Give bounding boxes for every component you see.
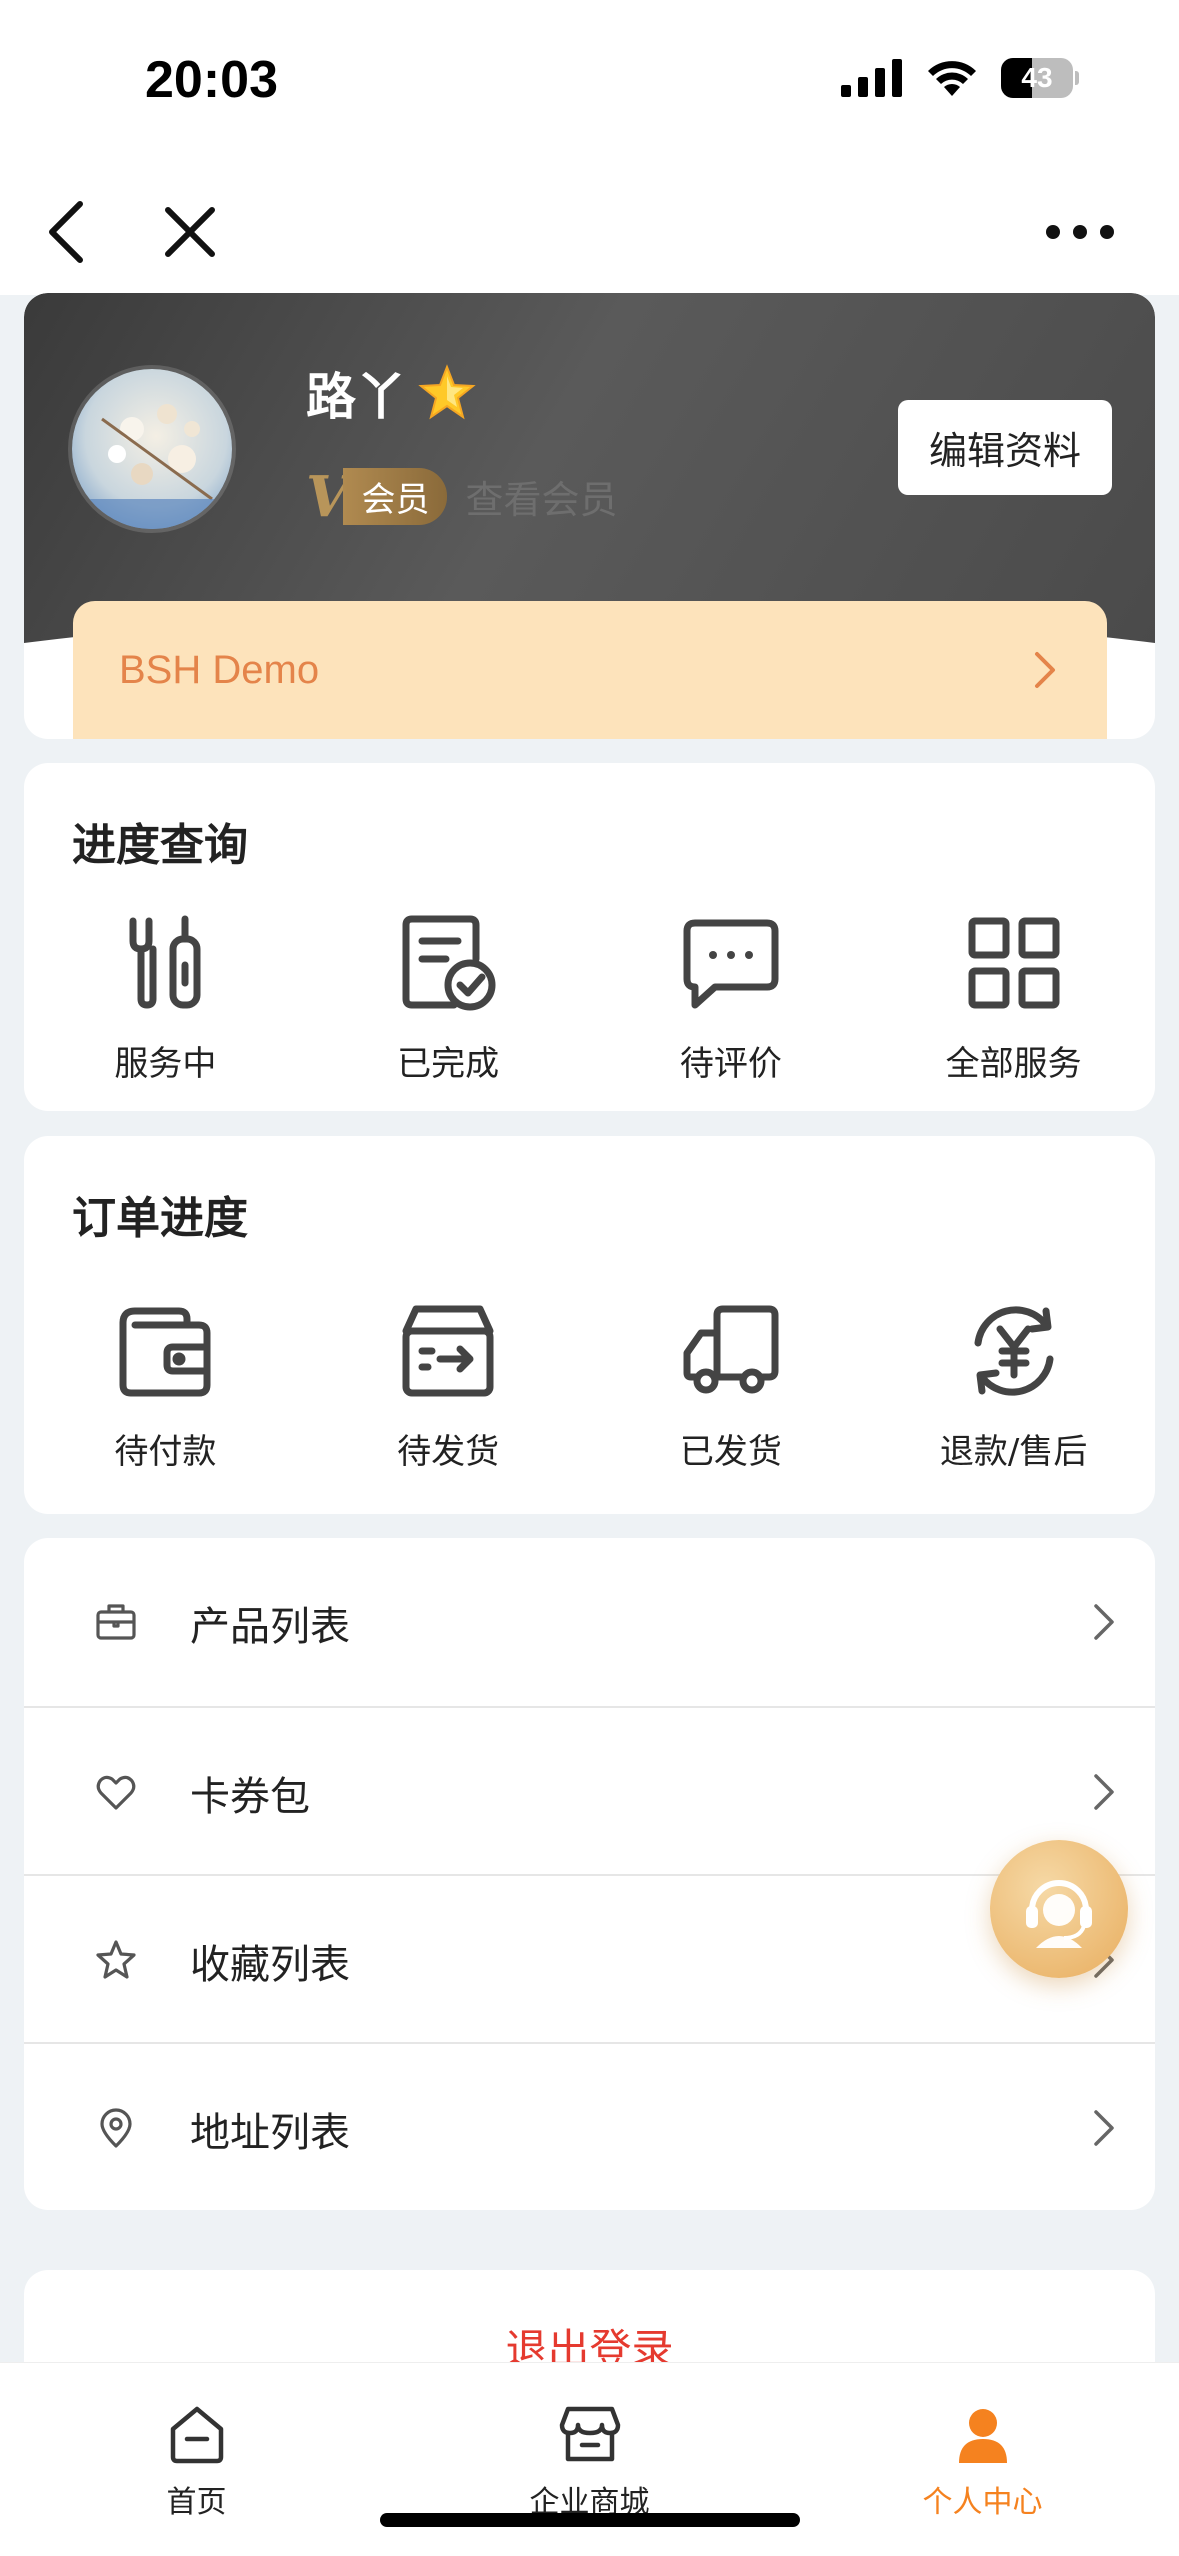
- progress-label: 待评价: [679, 1044, 782, 1084]
- back-button[interactable]: [26, 192, 106, 272]
- menu-item-favorites[interactable]: 收藏列表: [24, 1876, 1155, 2044]
- document-check-icon: [402, 915, 496, 1011]
- edit-profile-button[interactable]: 编辑资料: [898, 400, 1112, 495]
- chat-bubble-icon: [683, 919, 779, 1009]
- close-button[interactable]: [150, 192, 230, 272]
- chevron-right-icon: [1035, 652, 1055, 688]
- menu-list: 产品列表 卡券包 收藏列表 地址列表: [24, 1538, 1155, 2210]
- status-icons: 43: [841, 58, 1079, 98]
- order-item-pending-payment[interactable]: 待付款: [24, 1296, 307, 1473]
- more-button[interactable]: [1040, 192, 1120, 272]
- avatar-image: [72, 369, 232, 529]
- order-label: 待付款: [114, 1432, 217, 1472]
- progress-item-all-services[interactable]: 全部服务: [872, 908, 1155, 1085]
- yen-refresh-icon: [974, 1306, 1054, 1396]
- heart-icon: [96, 1775, 136, 1810]
- username-text: 路丫: [306, 368, 406, 426]
- menu-item-addresses[interactable]: 地址列表: [24, 2044, 1155, 2212]
- view-member-link[interactable]: 查看会员: [465, 469, 617, 524]
- truck-icon: [683, 1305, 779, 1394]
- order-item-shipped[interactable]: 已发货: [590, 1296, 873, 1473]
- vip-badge[interactable]: V 会员: [306, 468, 448, 525]
- menu-label: 收藏列表: [190, 1942, 350, 1988]
- progress-title: 进度查询: [72, 820, 248, 871]
- status-bar: 20:03 43: [0, 0, 1179, 170]
- chevron-right-icon: [1094, 1774, 1114, 1810]
- tab-store[interactable]: 企业商城: [393, 2363, 786, 2556]
- close-icon: [165, 207, 215, 257]
- signal-icon: [841, 59, 902, 97]
- briefcase-icon: [96, 1604, 136, 1640]
- order-label: 已发货: [679, 1432, 782, 1472]
- wallet-icon: [119, 1307, 211, 1397]
- home-indicator: [380, 2513, 800, 2527]
- progress-label: 服务中: [114, 1044, 217, 1084]
- grid-icon: [968, 917, 1060, 1009]
- order-label: 待发货: [397, 1432, 500, 1472]
- company-bar[interactable]: BSH Demo: [73, 601, 1107, 739]
- order-item-pending-shipment[interactable]: 待发货: [307, 1296, 590, 1473]
- username: 路丫: [306, 357, 476, 429]
- chevron-right-icon: [1094, 1604, 1114, 1640]
- tab-label: 首页: [166, 2485, 227, 2520]
- store-icon: [559, 2406, 620, 2462]
- nav-bar: [0, 170, 1179, 295]
- battery-icon: 43: [1001, 58, 1079, 98]
- person-icon: [958, 2409, 1007, 2463]
- menu-label: 卡券包: [190, 1774, 310, 1820]
- progress-item-to-review[interactable]: 待评价: [590, 908, 873, 1085]
- order-item-refund[interactable]: 退款/售后: [872, 1296, 1155, 1473]
- status-time: 20:03: [145, 51, 278, 109]
- star-emoji-icon: [418, 364, 476, 420]
- battery-level: 43: [1021, 62, 1053, 93]
- progress-label: 已完成: [397, 1044, 500, 1084]
- headset-agent-icon: [1026, 1880, 1092, 1948]
- profile-card: 路丫 V 会员 查看会员 编辑资料 BSH Demo: [24, 293, 1155, 739]
- menu-label: 地址列表: [190, 2110, 350, 2156]
- menu-item-product-list[interactable]: 产品列表: [24, 1538, 1155, 1706]
- progress-item-in-service[interactable]: 服务中: [24, 908, 307, 1085]
- home-icon: [170, 2406, 223, 2464]
- orders-section: 订单进度 待付款 待发货 已发货 退款/售后: [24, 1136, 1155, 1514]
- chevron-right-icon: [1094, 2110, 1114, 2146]
- tab-home[interactable]: 首页: [0, 2363, 393, 2556]
- star-icon: [96, 1940, 136, 1979]
- progress-grid: 服务中 已完成 待评价 全部服务: [24, 908, 1155, 1085]
- chevron-left-icon: [49, 201, 83, 263]
- wrench-screwdriver-icon: [129, 915, 201, 1009]
- menu-item-coupons[interactable]: 卡券包: [24, 1708, 1155, 1876]
- box-arrow-icon: [402, 1305, 494, 1397]
- location-pin-icon: [100, 2108, 132, 2148]
- progress-section: 进度查询 服务中 已完成 待评价 全部服务: [24, 763, 1155, 1111]
- avatar[interactable]: [68, 365, 236, 533]
- progress-item-completed[interactable]: 已完成: [307, 908, 590, 1085]
- orders-grid: 待付款 待发货 已发货 退款/售后: [24, 1296, 1155, 1473]
- orders-title: 订单进度: [72, 1193, 248, 1244]
- member-row: V 会员 查看会员: [306, 468, 617, 525]
- customer-support-button[interactable]: [990, 1840, 1128, 1978]
- menu-label: 产品列表: [190, 1604, 350, 1650]
- tab-label: 个人中心: [922, 2485, 1043, 2520]
- order-label: 退款/售后: [939, 1432, 1088, 1472]
- company-name: BSH Demo: [119, 647, 320, 692]
- tab-profile[interactable]: 个人中心: [786, 2363, 1179, 2556]
- wifi-icon: [928, 61, 976, 96]
- vip-label: 会员: [343, 468, 448, 525]
- progress-label: 全部服务: [945, 1044, 1082, 1084]
- more-dots-icon: [1046, 225, 1114, 239]
